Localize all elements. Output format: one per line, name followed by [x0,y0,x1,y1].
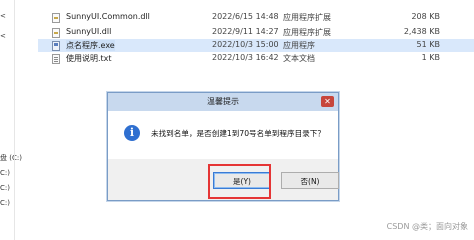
file-type: 应用程序扩展 [283,13,331,22]
txt-file-icon [52,54,60,64]
file-name: 使用说明.txt [66,54,112,63]
watermark: CSDN @类；面向对象 [386,222,468,231]
close-button[interactable]: ✕ [321,96,334,107]
dll-file-icon [52,13,60,23]
dialog-title: 温馨提示 [207,97,239,106]
file-date: 2022/10/3 16:42 [212,53,279,62]
dll-file-icon [52,28,60,38]
nav-item-drive[interactable]: C:) [0,199,10,207]
dialog-titlebar[interactable]: 温馨提示 ✕ [108,93,338,111]
file-name: 点名程序.exe [66,40,115,51]
nav-item-drive[interactable]: C:) [0,169,10,177]
file-size: 208 KB [411,12,440,21]
file-name: SunnyUI.Common.dll [66,12,150,21]
file-row[interactable]: 使用说明.txt 2022/10/3 16:42 文本文档 1 KB [38,52,474,65]
file-type: 应用程序 [283,41,315,50]
file-date: 2022/10/3 15:00 [212,40,279,49]
dialog-message: 未找到名单，是否创建1到70号名单到程序目录下？ [151,129,325,138]
file-date: 2022/6/15 14:48 [212,12,279,21]
no-button[interactable]: 否(N) [281,172,339,189]
file-type: 应用程序扩展 [283,28,331,37]
file-name: SunnyUI.dll [66,27,112,36]
close-icon: ✕ [324,97,331,106]
exe-file-icon [52,41,60,51]
file-row[interactable]: 点名程序.exe 2022/10/3 15:00 应用程序 51 KB [38,39,474,52]
file-row[interactable]: SunnyUI.dll 2022/9/11 14:27 应用程序扩展 2,438… [38,26,474,39]
info-icon: i [124,125,140,141]
file-size: 1 KB [421,53,440,62]
file-size: 2,438 KB [403,27,440,36]
nav-collapse-indicator[interactable]: < [0,32,6,40]
nav-item-drive[interactable]: 盘 (C:) [0,153,22,163]
navigation-pane: < < 盘 (C:) C:) C:) C:) [0,0,22,240]
nav-item-drive[interactable]: C:) [0,184,10,192]
nav-divider [14,0,15,240]
file-size: 51 KB [416,40,440,49]
file-row[interactable]: SunnyUI.Common.dll 2022/6/15 14:48 应用程序扩… [38,11,474,24]
nav-collapse-indicator[interactable]: < [0,12,6,20]
file-date: 2022/9/11 14:27 [212,27,279,36]
file-type: 文本文档 [283,54,315,63]
red-highlight-box [208,164,271,199]
